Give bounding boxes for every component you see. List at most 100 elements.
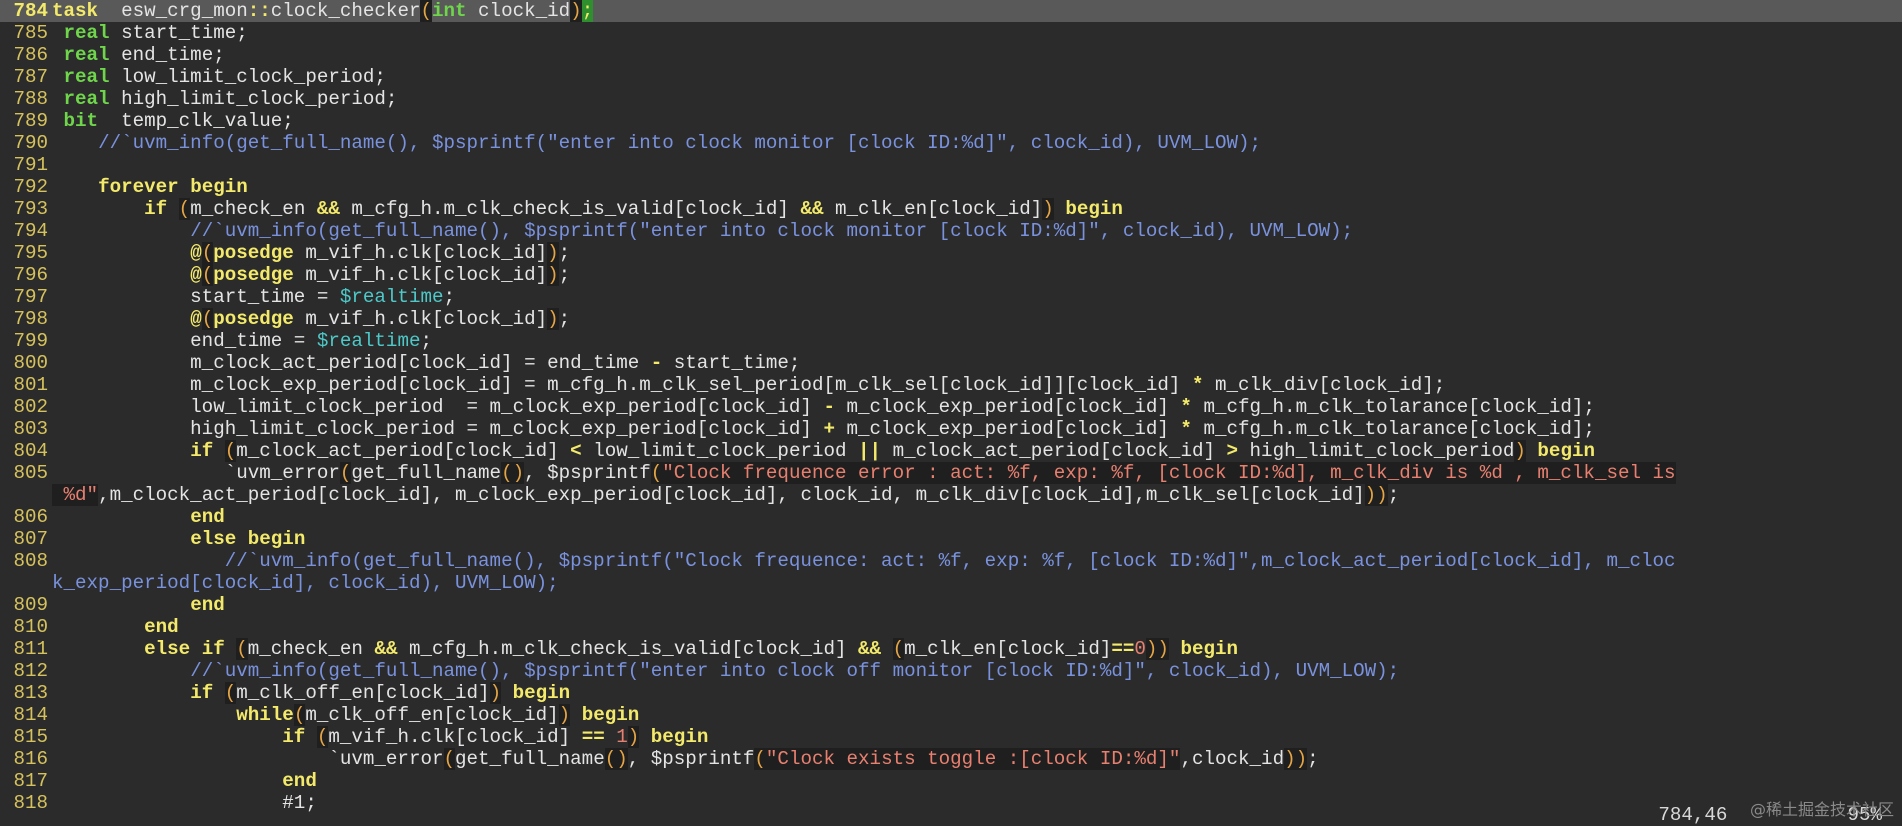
line-code: #1; — [52, 792, 317, 814]
line-code: real end_time; — [52, 44, 225, 66]
line-code: real start_time; — [52, 22, 248, 44]
code-token: m_cfg_h.m_clk_check_is_valid[clock_id] — [339, 198, 801, 220]
code-line[interactable]: 798 @(posedge m_vif_h.clk[clock_id]); — [0, 308, 1902, 330]
line-number: 801 — [13, 374, 48, 396]
code-token: ) — [547, 308, 559, 330]
line-code: low_limit_clock_period = m_clock_exp_per… — [52, 396, 1595, 418]
code-token: if — [201, 638, 225, 660]
code-line[interactable]: 803 high_limit_clock_period = m_clock_ex… — [0, 418, 1902, 440]
code-token: ,m_clock_act_period[clock_id], m_clock_e… — [98, 484, 1365, 506]
code-token: m_clock_act_period[clock_id] — [881, 440, 1227, 462]
code-line[interactable]: %d",m_clock_act_period[clock_id], m_cloc… — [0, 484, 1902, 506]
code-token: ( — [224, 440, 237, 462]
code-line[interactable]: 786 real end_time; — [0, 44, 1902, 66]
line-number: 811 — [13, 638, 48, 660]
code-line[interactable]: 790 //`uvm_info(get_full_name(), $psprin… — [0, 132, 1902, 154]
code-editor[interactable]: 784 task esw_crg_mon::clock_checker(int c… — [0, 0, 1902, 826]
code-token: )) — [1284, 748, 1308, 770]
code-token: begin — [581, 704, 640, 726]
code-token: )) — [1364, 484, 1388, 506]
code-token: if — [190, 440, 214, 462]
line-code: %d",m_clock_act_period[clock_id], m_cloc… — [52, 484, 1399, 506]
code-line[interactable]: 802 low_limit_clock_period = m_clock_exp… — [0, 396, 1902, 418]
code-line[interactable]: 816 `uvm_error(get_full_name(), $psprint… — [0, 748, 1902, 770]
code-token: low_limit_clock_period = m_clock_exp_per… — [52, 396, 824, 418]
code-token: m_clock_exp_period[clock_id] — [834, 396, 1181, 418]
code-token: `uvm_error — [52, 748, 444, 770]
line-code: end — [52, 594, 225, 616]
code-token: if — [144, 198, 168, 220]
code-token: 1 — [616, 726, 628, 748]
code-line[interactable]: 801 m_clock_exp_period[clock_id] = m_cfg… — [0, 374, 1902, 396]
code-line[interactable]: 807 else begin — [0, 528, 1902, 550]
line-code: end — [52, 770, 317, 792]
code-line[interactable]: 811 else if (m_check_en && m_cfg_h.m_clk… — [0, 638, 1902, 660]
code-token: end — [190, 594, 225, 616]
code-line[interactable]: 787 real low_limit_clock_period; — [0, 66, 1902, 88]
code-line[interactable]: 806 end — [0, 506, 1902, 528]
line-code: @(posedge m_vif_h.clk[clock_id]); — [52, 308, 570, 330]
code-token: real — [63, 88, 110, 110]
code-line[interactable]: 813 if (m_clk_off_en[clock_id]) begin — [0, 682, 1902, 704]
code-token: "Clock exists toggle :[clock ID:%d]" — [765, 748, 1181, 770]
code-line[interactable]: 805 `uvm_error(get_full_name(), $psprint… — [0, 462, 1902, 484]
code-token: ; — [420, 330, 432, 352]
code-token: high_limit_clock_period; — [109, 88, 398, 110]
code-line[interactable]: 784 task esw_crg_mon::clock_checker(int c… — [0, 0, 1902, 22]
code-line[interactable]: 808 //`uvm_info(get_full_name(), $psprin… — [0, 550, 1902, 572]
code-line[interactable]: 788 real high_limit_clock_period; — [0, 88, 1902, 110]
line-code: if (m_check_en && m_cfg_h.m_clk_check_is… — [52, 198, 1123, 220]
code-token: ( — [420, 0, 432, 22]
code-token: begin — [1537, 440, 1595, 462]
code-line[interactable]: k_exp_period[clock_id], clock_id), UVM_L… — [0, 572, 1902, 594]
line-number: 815 — [13, 726, 48, 748]
code-line[interactable]: 792 forever begin — [0, 176, 1902, 198]
code-token: temp_clk_value; — [98, 110, 294, 132]
code-line[interactable]: 814 while(m_clk_off_en[clock_id]) begin — [0, 704, 1902, 726]
code-line[interactable]: 785 real start_time; — [0, 22, 1902, 44]
code-line[interactable]: 799 end_time = $realtime; — [0, 330, 1902, 352]
code-line[interactable]: 817 end — [0, 770, 1902, 792]
line-code: `uvm_error(get_full_name(), $psprintf("C… — [52, 748, 1319, 770]
code-line[interactable]: 810 end — [0, 616, 1902, 638]
code-line[interactable]: 800 m_clock_act_period[clock_id] = end_t… — [0, 352, 1902, 374]
code-line[interactable]: 815 if (m_vif_h.clk[clock_id] == 1) begi… — [0, 726, 1902, 748]
code-line[interactable]: 812 //`uvm_info(get_full_name(), $psprin… — [0, 660, 1902, 682]
line-number: 812 — [13, 660, 48, 682]
code-line[interactable]: 795 @(posedge m_vif_h.clk[clock_id]); — [0, 242, 1902, 264]
code-line[interactable]: 804 if (m_clock_act_period[clock_id] < l… — [0, 440, 1902, 462]
line-number: 794 — [13, 220, 48, 242]
code-line[interactable]: 796 @(posedge m_vif_h.clk[clock_id]); — [0, 264, 1902, 286]
code-line[interactable]: 793 if (m_check_en && m_cfg_h.m_clk_chec… — [0, 198, 1902, 220]
line-number: 800 — [13, 352, 48, 374]
line-code: if (m_clk_off_en[clock_id]) begin — [52, 682, 570, 704]
line-number: 816 — [13, 748, 48, 770]
code-token: 0 — [1134, 638, 1146, 660]
code-token: high_limit_clock_period = m_clock_exp_pe… — [52, 418, 824, 440]
code-line[interactable]: 797 start_time = $realtime; — [0, 286, 1902, 308]
code-line[interactable]: 794 //`uvm_info(get_full_name(), $psprin… — [0, 220, 1902, 242]
code-token: get_full_name — [455, 748, 605, 770]
code-line[interactable]: 789 bit temp_clk_value; — [0, 110, 1902, 132]
code-token: ( — [892, 638, 905, 660]
line-number: 802 — [13, 396, 48, 418]
code-token: end_time = — [52, 330, 317, 352]
code-token: //`uvm_info(get_full_name(), $psprintf("… — [98, 132, 1262, 154]
code-line[interactable]: 809 end — [0, 594, 1902, 616]
line-code: if (m_vif_h.clk[clock_id] == 1) begin — [52, 726, 708, 748]
line-number: 803 — [13, 418, 48, 440]
code-line[interactable]: 818 #1; — [0, 792, 1902, 814]
code-token: //`uvm_info(get_full_name(), $psprintf("… — [190, 220, 1354, 242]
code-line[interactable]: 791 — [0, 154, 1902, 176]
code-token: ,clock_id — [1180, 748, 1285, 770]
